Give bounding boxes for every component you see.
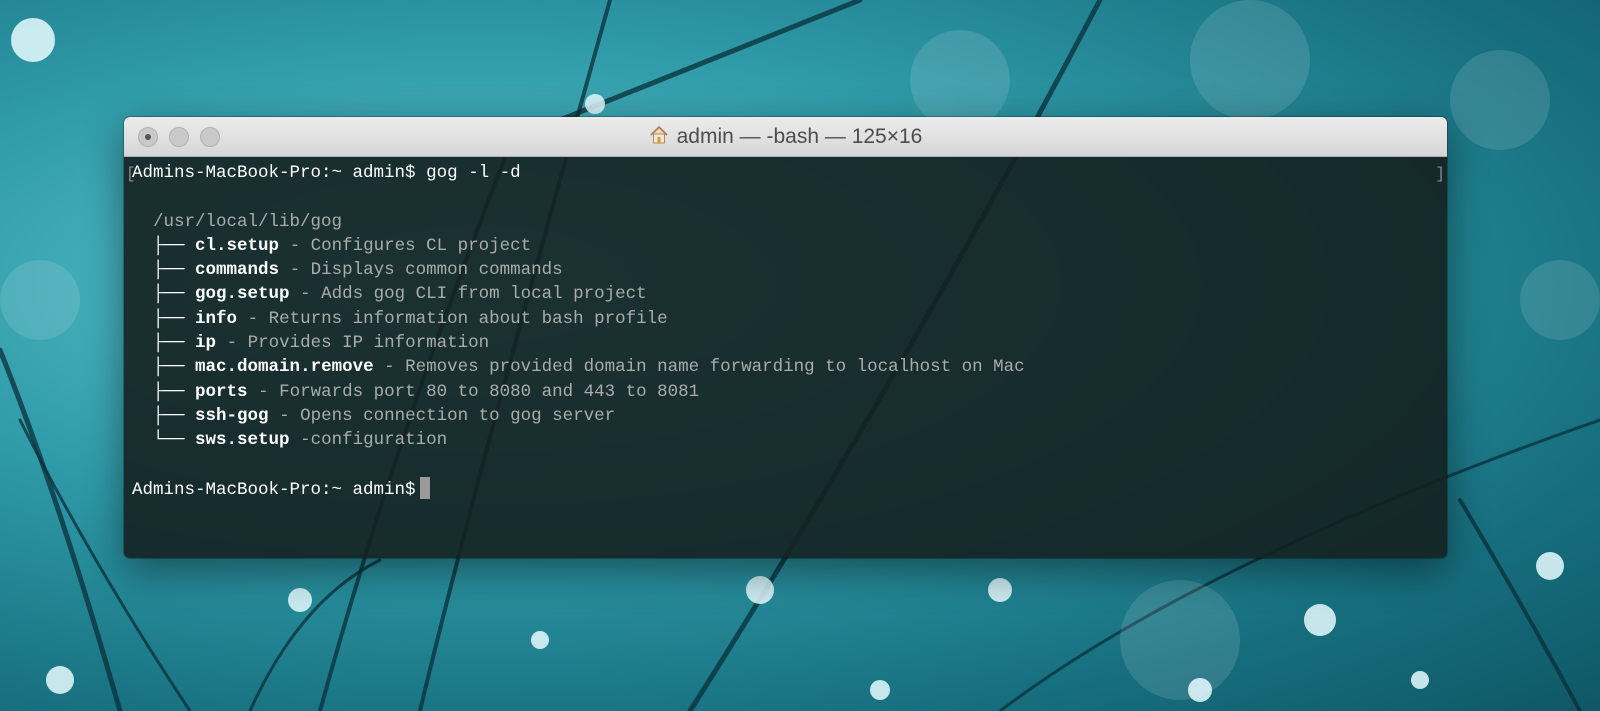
tree-branch: ├── (153, 235, 185, 256)
command-description: - Configures CL project (279, 235, 532, 256)
path: /usr/local/lib/gog (153, 211, 343, 232)
command-description: - Forwards port 80 to 8080 and 443 to 80… (247, 381, 700, 402)
tree-branch: ├── (153, 357, 185, 378)
command-name: ssh-gog (195, 405, 269, 426)
command-name: ip (195, 333, 217, 354)
command-name: ports (195, 381, 248, 402)
tree-branch: ├── (153, 381, 185, 402)
command-description: - Adds gog CLI from local project (289, 284, 647, 305)
terminal-content[interactable]: [ ] Admins-MacBook-Pro:~ admin$ gog -l -… (124, 157, 1447, 558)
command-line: Admins-MacBook-Pro:~ admin$ gog -l -d (132, 161, 1447, 185)
command-description: - Displays common commands (279, 260, 563, 281)
mark-bracket-left: [ (126, 165, 136, 183)
command-description: - Provides IP information (216, 333, 490, 354)
command-description: - Returns information about bash profile (237, 308, 668, 329)
prompt: Admins-MacBook-Pro:~ admin$ (132, 163, 416, 183)
mark-bracket-right: ] (1435, 165, 1445, 183)
command-entry: ├── ssh-gog - Opens connection to gog se… (132, 404, 1447, 428)
tree-branch: ├── (153, 333, 185, 354)
path-line: /usr/local/lib/gog (132, 210, 1447, 234)
command-entry: └── sws.setup -configuration (132, 428, 1447, 452)
command-entry: ├── commands - Displays common commands (132, 258, 1447, 282)
command-description: - Opens connection to gog server (268, 405, 616, 426)
prompt: Admins-MacBook-Pro:~ admin$ (132, 479, 416, 500)
final-prompt-line: Admins-MacBook-Pro:~ admin$ (132, 476, 1447, 501)
window-title: admin — -bash — 125×16 (124, 125, 1447, 149)
command-entry: ├── mac.domain.remove - Removes provided… (132, 355, 1447, 379)
cursor (419, 476, 430, 499)
command-entry: ├── ip - Provides IP information (132, 331, 1447, 355)
terminal-window: admin — -bash — 125×16 [ ] Admins-MacBoo… (124, 117, 1447, 558)
command-entry: ├── info - Returns information about bas… (132, 307, 1447, 331)
command-entry: ├── ports - Forwards port 80 to 8080 and… (132, 380, 1447, 404)
tree-branch: ├── (153, 405, 185, 426)
command-description: - Removes provided domain name forwardin… (373, 357, 1025, 378)
command-name: info (195, 308, 238, 329)
command-name: cl.setup (195, 235, 280, 256)
title-bar[interactable]: admin — -bash — 125×16 (124, 117, 1447, 157)
command-name: mac.domain.remove (195, 357, 374, 378)
tree-branch: ├── (153, 260, 185, 281)
command-entry: ├── gog.setup - Adds gog CLI from local … (132, 282, 1447, 306)
window-title-text: admin — -bash — 125×16 (676, 125, 923, 148)
command-name: gog.setup (195, 284, 290, 305)
command: gog -l -d (426, 163, 521, 183)
tree-branch: ├── (153, 308, 185, 329)
command-list: ├── cl.setup - Configures CL project ├──… (132, 234, 1447, 453)
tree-branch: ├── (153, 284, 185, 305)
command-entry: ├── cl.setup - Configures CL project (132, 234, 1447, 258)
command-description: -configuration (289, 430, 448, 451)
command-name: sws.setup (195, 430, 290, 451)
command-name: commands (195, 260, 280, 281)
home-icon (650, 125, 668, 144)
tree-branch: └── (153, 430, 185, 451)
